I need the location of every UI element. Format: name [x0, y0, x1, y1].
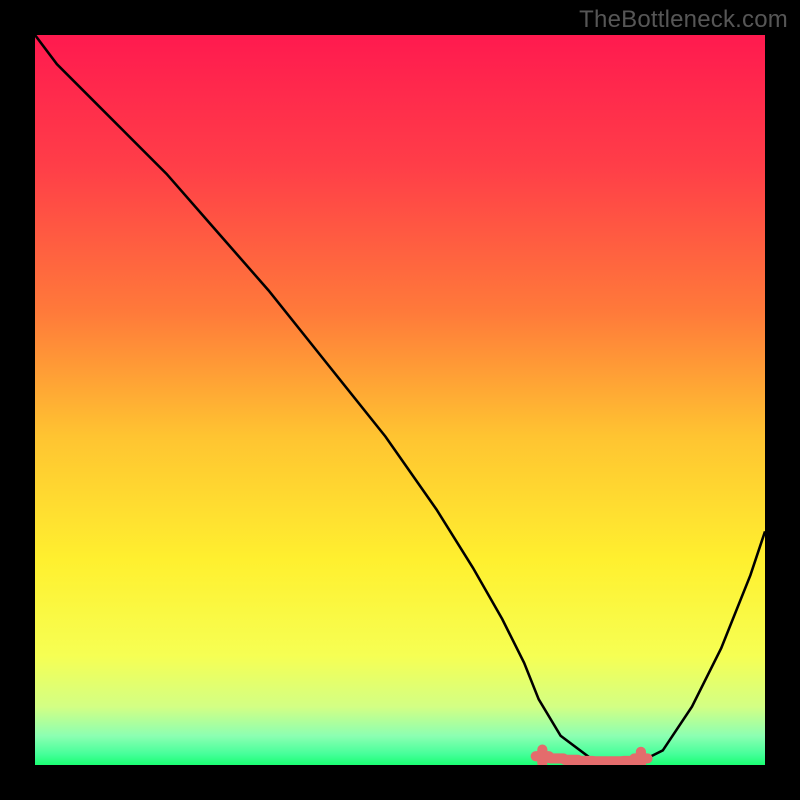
watermark-text: TheBottleneck.com — [579, 6, 788, 34]
bottleneck-chart — [35, 35, 765, 765]
chart-frame: TheBottleneck.com — [0, 0, 800, 800]
gradient-background — [35, 35, 765, 765]
